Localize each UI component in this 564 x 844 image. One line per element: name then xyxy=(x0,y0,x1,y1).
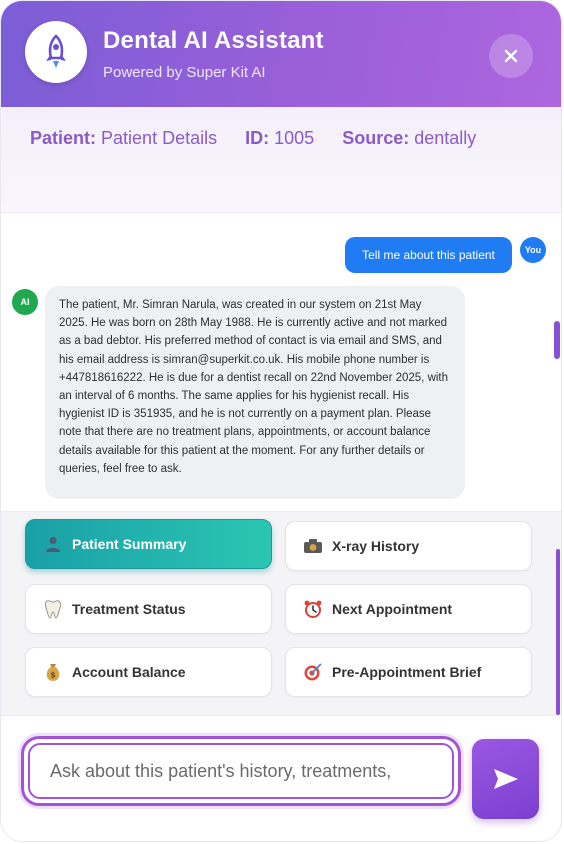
account-balance-button[interactable]: $ Account Balance xyxy=(25,647,272,697)
xray-history-button[interactable]: X-ray History xyxy=(285,521,532,571)
patient-value: Patient Details xyxy=(101,128,218,148)
alarm-clock-icon xyxy=(302,598,324,620)
person-icon xyxy=(42,533,64,555)
close-button[interactable] xyxy=(489,34,533,78)
rocket-icon xyxy=(25,21,87,83)
user-message: Tell me about this patient xyxy=(345,237,512,273)
patient-summary-label: Patient Summary xyxy=(72,536,187,552)
next-appointment-button[interactable]: Next Appointment xyxy=(285,584,532,634)
tooth-icon xyxy=(42,598,64,620)
app-title: Dental AI Assistant xyxy=(103,27,324,54)
patient-info-row: Patient: Patient Details ID: 1005 Source… xyxy=(30,128,476,149)
header: Dental AI Assistant Powered by Super Kit… xyxy=(1,1,561,107)
ai-message: The patient, Mr. Simran Narula, was crea… xyxy=(45,286,465,499)
user-avatar: You xyxy=(520,237,546,263)
app-subtitle: Powered by Super Kit AI xyxy=(103,64,266,81)
source-value: dentally xyxy=(414,128,477,148)
next-appointment-label: Next Appointment xyxy=(332,601,453,617)
ai-avatar: AI xyxy=(12,289,38,315)
money-bag-icon: $ xyxy=(42,661,64,683)
id-label: ID: xyxy=(245,128,270,148)
source-label: Source: xyxy=(342,128,410,148)
treatment-status-button[interactable]: Treatment Status xyxy=(25,584,272,634)
pre-appointment-brief-label: Pre-Appointment Brief xyxy=(332,664,482,680)
send-button[interactable] xyxy=(472,739,539,819)
message-input-wrapper xyxy=(21,736,461,806)
patient-label: Patient: xyxy=(30,128,97,148)
quick-actions-scrollbar[interactable] xyxy=(556,549,560,715)
assistant-panel: Dental AI Assistant Powered by Super Kit… xyxy=(0,0,562,842)
pre-appointment-brief-button[interactable]: Pre-Appointment Brief xyxy=(285,647,532,697)
patient-info-bar: Patient: Patient Details ID: 1005 Source… xyxy=(1,107,561,213)
treatment-status-label: Treatment Status xyxy=(72,601,186,617)
svg-text:$: $ xyxy=(50,671,56,680)
account-balance-label: Account Balance xyxy=(72,664,186,680)
message-input[interactable] xyxy=(28,743,454,799)
patient-summary-button[interactable]: Patient Summary xyxy=(25,519,272,569)
xray-history-label: X-ray History xyxy=(332,538,420,554)
close-icon xyxy=(504,49,518,63)
chat-scrollbar[interactable] xyxy=(554,321,560,359)
target-icon xyxy=(302,661,324,683)
id-value: 1005 xyxy=(274,128,315,148)
send-icon xyxy=(493,769,518,789)
camera-icon xyxy=(302,535,324,557)
